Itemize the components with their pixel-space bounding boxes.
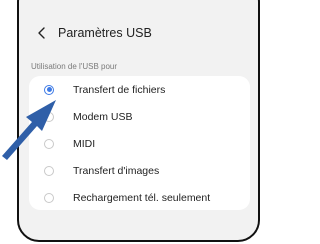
option-label: MIDI — [73, 137, 96, 150]
page-title: Paramètres USB — [58, 26, 152, 40]
option-transfert-fichiers[interactable]: Transfert de fichiers — [29, 76, 250, 103]
option-modem-usb[interactable]: Modem USB — [29, 103, 250, 130]
option-label: Rechargement tél. seulement — [73, 191, 211, 204]
option-midi[interactable]: MIDI — [29, 130, 250, 157]
radio-button-selected[interactable] — [44, 84, 54, 95]
section-label: Utilisation de l'USB pour — [31, 62, 118, 71]
option-label: Transfert de fichiers — [73, 83, 166, 96]
radio-button[interactable] — [44, 192, 54, 203]
radio-dot — [46, 87, 52, 92]
option-label: Modem USB — [73, 110, 133, 123]
chevron-left-icon[interactable] — [35, 26, 47, 40]
screenshot-canvas: Paramètres USB Utilisation de l'USB pour… — [0, 0, 270, 244]
option-transfert-images[interactable]: Transfert d'images — [29, 157, 250, 184]
usb-options-card: Transfert de fichiers Modem USB MIDI Tra… — [29, 76, 250, 210]
option-label: Transfert d'images — [73, 164, 160, 177]
option-rechargement[interactable]: Rechargement tél. seulement — [29, 184, 250, 211]
arrow-icon — [2, 100, 56, 160]
radio-button[interactable] — [44, 165, 54, 176]
header-bar: Paramètres USB — [19, 18, 258, 48]
